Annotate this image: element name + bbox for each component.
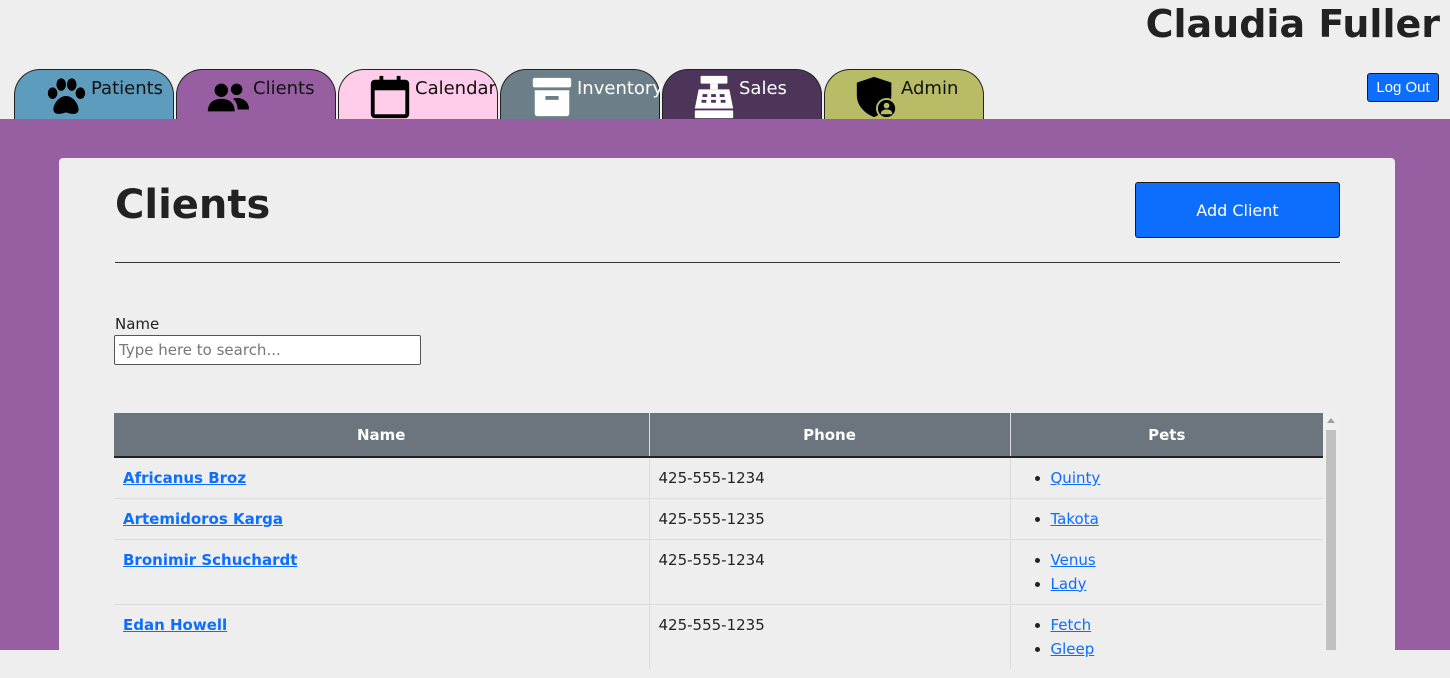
list-item: Venus <box>1051 551 1315 575</box>
column-header-name[interactable]: Name <box>114 413 649 458</box>
tab-label: Inventory <box>577 78 663 99</box>
user-name: Claudia Fuller <box>1145 2 1440 46</box>
tab-admin[interactable]: Admin <box>824 69 984 120</box>
search-label: Name <box>115 315 160 333</box>
tab-clients[interactable]: Clients <box>176 69 336 119</box>
pet-link[interactable]: Gleep <box>1051 640 1095 658</box>
name-cell: Artemidoros Karga <box>114 497 649 539</box>
table-row: Edan Howell 425-555-1235 Fetch Gleep <box>114 603 1323 669</box>
table-row: Artemidoros Karga 425-555-1235 Takota <box>114 497 1323 539</box>
pets-cell: Takota <box>1009 497 1323 539</box>
add-client-button[interactable]: Add Client <box>1135 182 1340 238</box>
scroll-thumb[interactable] <box>1326 430 1336 650</box>
clients-panel: Clients Add Client Name Name Phone Pets … <box>59 158 1395 678</box>
phone-cell: 425-555-1234 <box>648 456 1010 498</box>
shield-user-icon <box>853 74 899 120</box>
pet-list: Quinty <box>1020 469 1315 493</box>
pets-cell: Venus Lady <box>1009 538 1323 604</box>
tab-patients[interactable]: Patients <box>14 69 174 119</box>
pet-list: Takota <box>1020 510 1315 534</box>
users-icon <box>205 74 251 120</box>
pets-cell: Quinty <box>1009 456 1323 498</box>
tab-label: Calendar <box>415 78 496 99</box>
table-row: Africanus Broz 425-555-1234 Quinty <box>114 456 1323 498</box>
pet-link[interactable]: Fetch <box>1051 616 1092 634</box>
list-item: Gleep <box>1051 640 1315 664</box>
tab-inventory[interactable]: Inventory <box>500 69 663 120</box>
pet-link[interactable]: Quinty <box>1051 469 1101 487</box>
paw-icon <box>43 74 89 120</box>
name-cell: Africanus Broz <box>114 456 649 498</box>
client-link[interactable]: Edan Howell <box>123 616 227 634</box>
tab-label: Patients <box>91 78 164 99</box>
tab-sales[interactable]: Sales <box>662 69 822 119</box>
pet-list: Venus Lady <box>1020 551 1315 599</box>
tab-label: Clients <box>253 78 315 99</box>
list-item: Fetch <box>1051 616 1315 640</box>
pet-list: Fetch Gleep <box>1020 616 1315 664</box>
phone-cell: 425-555-1234 <box>648 538 1010 604</box>
tab-label: Sales <box>739 78 787 99</box>
logout-button[interactable]: Log Out <box>1367 73 1439 102</box>
client-link[interactable]: Africanus Broz <box>123 469 246 487</box>
archive-box-icon <box>529 74 575 120</box>
column-header-phone[interactable]: Phone <box>648 413 1010 458</box>
name-cell: Bronimir Schuchardt <box>114 538 649 604</box>
pet-link[interactable]: Venus <box>1051 551 1096 569</box>
search-input[interactable] <box>114 335 421 365</box>
phone-cell: 425-555-1235 <box>648 497 1010 539</box>
table-scrollbar[interactable] <box>1324 414 1338 650</box>
pet-link[interactable]: Takota <box>1051 510 1099 528</box>
column-header-pets[interactable]: Pets <box>1009 413 1323 458</box>
list-item: Lady <box>1051 575 1315 599</box>
client-link[interactable]: Artemidoros Karga <box>123 510 283 528</box>
pets-cell: Fetch Gleep <box>1009 603 1323 669</box>
client-link[interactable]: Bronimir Schuchardt <box>123 551 297 569</box>
pet-link[interactable]: Lady <box>1051 575 1087 593</box>
phone-cell: 425-555-1235 <box>648 603 1010 669</box>
divider <box>115 262 1340 263</box>
tab-label: Admin <box>901 78 959 99</box>
name-cell: Edan Howell <box>114 603 649 669</box>
list-item: Takota <box>1051 510 1315 534</box>
main-nav-tabs: Patients Clients Calendar Inventory Sale… <box>14 69 986 120</box>
page-title: Clients <box>115 182 271 228</box>
scroll-up-arrow-icon[interactable] <box>1327 418 1335 423</box>
calendar-icon <box>367 74 413 120</box>
tab-calendar[interactable]: Calendar <box>338 69 498 119</box>
clients-table: Name Phone Pets Africanus Broz 425-555-1… <box>114 413 1323 669</box>
list-item: Quinty <box>1051 469 1315 493</box>
table-row: Bronimir Schuchardt 425-555-1234 Venus L… <box>114 538 1323 604</box>
cash-register-icon <box>691 74 737 120</box>
